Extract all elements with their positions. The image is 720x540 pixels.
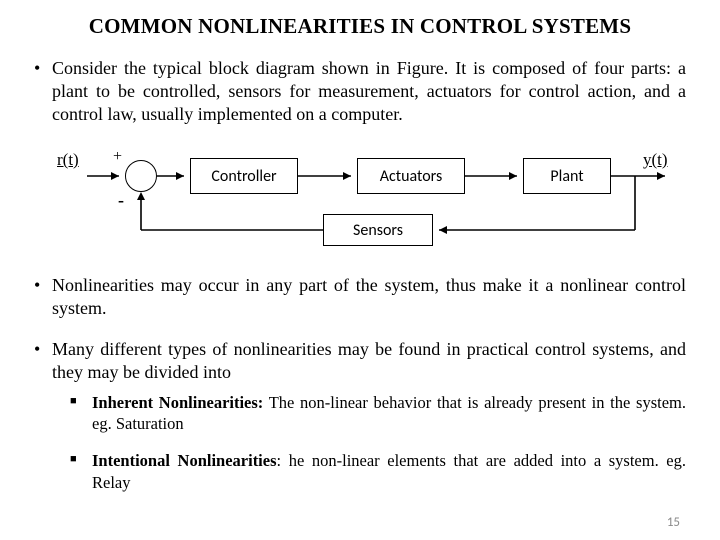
sub-inherent-label: Inherent Nonlinearities: bbox=[92, 393, 263, 412]
slide-number: 15 bbox=[667, 515, 680, 530]
bullet-intro: Consider the typical block diagram shown… bbox=[34, 57, 686, 126]
block-diagram: r(t) + - y(t) Controller Actuators Plant… bbox=[55, 144, 665, 254]
bullet-types-text: Many different types of nonlinearities m… bbox=[52, 339, 686, 382]
page-title: COMMON NONLINEARITIES IN CONTROL SYSTEMS bbox=[34, 14, 686, 39]
sub-intentional-label: Intentional Nonlinearities bbox=[92, 451, 277, 470]
sub-inherent: Inherent Nonlinearities: The non-linear … bbox=[70, 392, 686, 434]
bullet-nonlinearities: Nonlinearities may occur in any part of … bbox=[34, 274, 686, 320]
bullet-types: Many different types of nonlinearities m… bbox=[34, 338, 686, 493]
diagram-wires bbox=[55, 144, 665, 254]
sub-intentional: Intentional Nonlinearities: he non-linea… bbox=[70, 450, 686, 492]
